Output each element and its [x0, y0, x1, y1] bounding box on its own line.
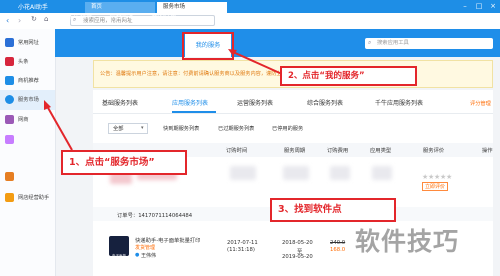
annotation-step1: 1、点击“服务市场” [61, 150, 187, 175]
arrow-step1 [46, 105, 73, 151]
annotation-step3: 3、找到软件点 [270, 198, 396, 222]
arrow-head [44, 100, 51, 110]
arrow-step2 [232, 51, 283, 75]
annotation-step2: 2、点击“我的服务” [280, 66, 417, 86]
watermark: 软件技巧 [355, 227, 460, 256]
